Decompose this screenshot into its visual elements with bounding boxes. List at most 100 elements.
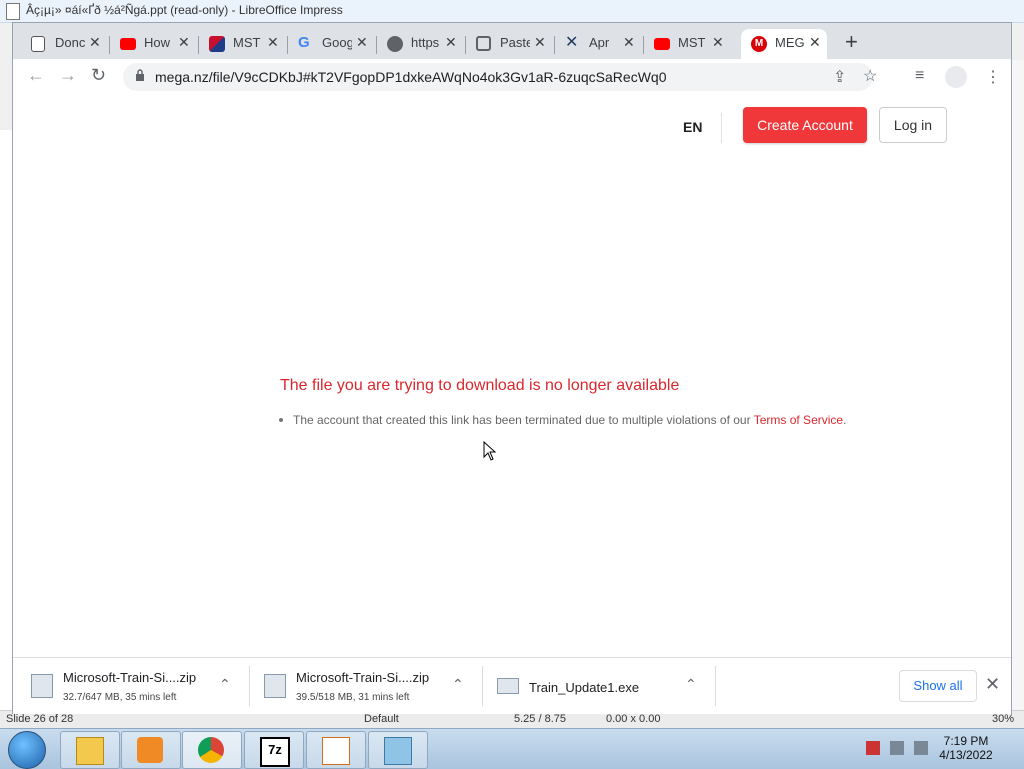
mouse-cursor-icon	[483, 441, 497, 461]
clock-date: 4/13/2022	[939, 748, 993, 762]
chevron-up-icon[interactable]: ⌃	[452, 676, 464, 693]
apr-icon: ✕	[565, 34, 579, 51]
tab-5[interactable]: https ✕	[377, 29, 466, 59]
bookmark-star-icon[interactable]: ☆	[863, 66, 877, 86]
back-arrow-icon[interactable]: ←	[27, 65, 45, 86]
tab-label: How	[144, 35, 171, 50]
download-filename: Train_Update1.exe	[529, 680, 640, 695]
chevron-up-icon[interactable]: ⌃	[219, 676, 231, 693]
close-tab-icon[interactable]: ✕	[712, 34, 724, 51]
close-tab-icon[interactable]: ✕	[445, 34, 457, 51]
close-tab-icon[interactable]: ✕	[178, 34, 190, 51]
7zip-icon: 7z	[260, 737, 290, 767]
libreoffice-title: Âç¡µ¡» ¤áí«Ґð ½á²Ñgá.ppt (read-only) - L…	[26, 3, 343, 17]
language-selector[interactable]: EN	[683, 119, 702, 135]
tab-1[interactable]: Donc ✕	[21, 29, 110, 59]
clock-time: 7:19 PM	[943, 734, 989, 748]
mst-icon	[209, 36, 225, 52]
flag-tray-icon[interactable]	[866, 741, 880, 755]
start-button-icon[interactable]	[8, 731, 46, 769]
new-tab-plus-icon[interactable]: +	[845, 29, 858, 55]
close-tab-icon[interactable]: ✕	[809, 34, 821, 51]
tab-label: https	[411, 35, 440, 50]
zoom-level[interactable]: 30%	[992, 713, 1014, 725]
download-filename: Microsoft-Train-Si....zip	[296, 670, 430, 685]
libreoffice-right-edge	[1012, 60, 1024, 720]
error-title: The file you are trying to download is n…	[280, 377, 680, 394]
tab-label: MST	[678, 35, 706, 50]
chevron-up-icon[interactable]: ⌃	[685, 676, 697, 693]
header-divider	[721, 113, 722, 143]
forward-arrow-icon[interactable]: →	[59, 65, 77, 86]
exe-file-icon	[497, 678, 519, 694]
network-tray-icon[interactable]	[890, 741, 904, 755]
share-icon[interactable]: ⇪	[833, 67, 846, 87]
download-filename: Microsoft-Train-Si....zip	[63, 670, 197, 685]
reload-icon[interactable]: ↻	[91, 65, 106, 86]
app-taskbar-button[interactable]	[368, 731, 428, 769]
download-shelf: Microsoft-Train-Si....zip 32.7/647 MB, 3…	[13, 657, 1011, 714]
explorer-taskbar-button[interactable]	[60, 731, 120, 769]
globe-icon	[387, 36, 403, 52]
address-bar[interactable]: mega.nz/file/V9cCDKbJ#kT2VFgopDP1dxkeAWq…	[123, 63, 877, 91]
impress-taskbar-button[interactable]	[306, 731, 366, 769]
close-tab-icon[interactable]: ✕	[356, 34, 368, 51]
zip-file-icon	[264, 674, 286, 698]
close-shelf-icon[interactable]: ✕	[985, 674, 1000, 695]
menu-dots-icon[interactable]: ⋮	[985, 67, 1001, 87]
download-divider	[715, 666, 716, 706]
chrome-taskbar-button[interactable]	[182, 731, 242, 769]
zip-file-icon	[31, 674, 53, 698]
download-progress-text: 39.5/518 MB, 31 mins left	[296, 692, 410, 703]
close-tab-icon[interactable]: ✕	[267, 34, 279, 51]
close-tab-icon[interactable]: ✕	[534, 34, 546, 51]
error-detail-period: .	[843, 413, 847, 427]
show-all-downloads-button[interactable]: Show all	[899, 670, 977, 702]
media-player-taskbar-button[interactable]	[121, 731, 181, 769]
tab-6[interactable]: Paste ✕	[466, 29, 555, 59]
system-clock[interactable]: 7:19 PM 4/13/2022	[936, 734, 996, 762]
youtube-icon	[654, 38, 670, 50]
close-tab-icon[interactable]: ✕	[89, 34, 101, 51]
download-item[interactable]: Microsoft-Train-Si....zip 32.7/647 MB, 3…	[13, 658, 250, 714]
tab-4[interactable]: G Goog ✕	[288, 29, 377, 59]
7zip-taskbar-button[interactable]: 7z	[244, 731, 304, 769]
impress-icon	[322, 737, 350, 765]
libreoffice-titlebar: Âç¡µ¡» ¤áí«Ґð ½á²Ñgá.ppt (read-only) - L…	[0, 0, 1024, 23]
tab-2[interactable]: How ✕	[110, 29, 199, 59]
object-size: 0.00 x 0.00	[606, 713, 661, 725]
terms-of-service-link[interactable]: Terms of Service	[754, 413, 843, 427]
reading-list-icon[interactable]: ≡	[915, 67, 924, 85]
impress-icon	[6, 3, 20, 20]
download-item[interactable]: Microsoft-Train-Si....zip 39.5/518 MB, 3…	[246, 658, 483, 714]
google-icon: G	[298, 34, 310, 51]
login-button[interactable]: Log in	[879, 107, 947, 143]
profile-avatar-icon[interactable]	[945, 66, 967, 88]
tab-strip: Donc ✕ How ✕ MST ✕ G Goog ✕ https ✕ Past…	[13, 23, 1011, 59]
app-icon	[384, 737, 412, 765]
close-tab-icon[interactable]: ✕	[623, 34, 635, 51]
download-item[interactable]: Train_Update1.exe ⌃	[479, 658, 716, 714]
create-account-button[interactable]: Create Account	[743, 107, 867, 143]
chrome-window: Donc ✕ How ✕ MST ✕ G Goog ✕ https ✕ Past…	[12, 22, 1012, 714]
chrome-icon	[198, 737, 224, 763]
download-progress-text: 32.7/647 MB, 35 mins left	[63, 692, 177, 703]
youtube-icon	[120, 38, 136, 50]
tab-7[interactable]: ✕ Apr ✕	[555, 29, 644, 59]
document-icon	[31, 36, 45, 52]
tab-mega-active[interactable]: M MEG ✕	[741, 29, 827, 59]
url-text[interactable]: mega.nz/file/V9cCDKbJ#kT2VFgopDP1dxkeAWq…	[155, 69, 667, 85]
mega-page: EN Create Account Log in The file you ar…	[13, 95, 1011, 657]
slide-counter: Slide 26 of 28	[6, 713, 74, 725]
tab-8[interactable]: MST ✕	[644, 29, 730, 59]
tab-3[interactable]: MST ✕	[199, 29, 288, 59]
volume-tray-icon[interactable]	[914, 741, 928, 755]
browser-toolbar: ← → ↻ mega.nz/file/V9cCDKbJ#kT2VFgopDP1d…	[13, 59, 1011, 96]
paste-icon	[476, 36, 491, 51]
folder-icon	[76, 737, 104, 765]
tab-label: Donc	[55, 35, 85, 50]
layout-name: Default	[364, 713, 399, 725]
tab-label: MEG	[775, 35, 805, 50]
tab-label: Paste	[500, 35, 530, 50]
mega-icon: M	[751, 36, 767, 52]
